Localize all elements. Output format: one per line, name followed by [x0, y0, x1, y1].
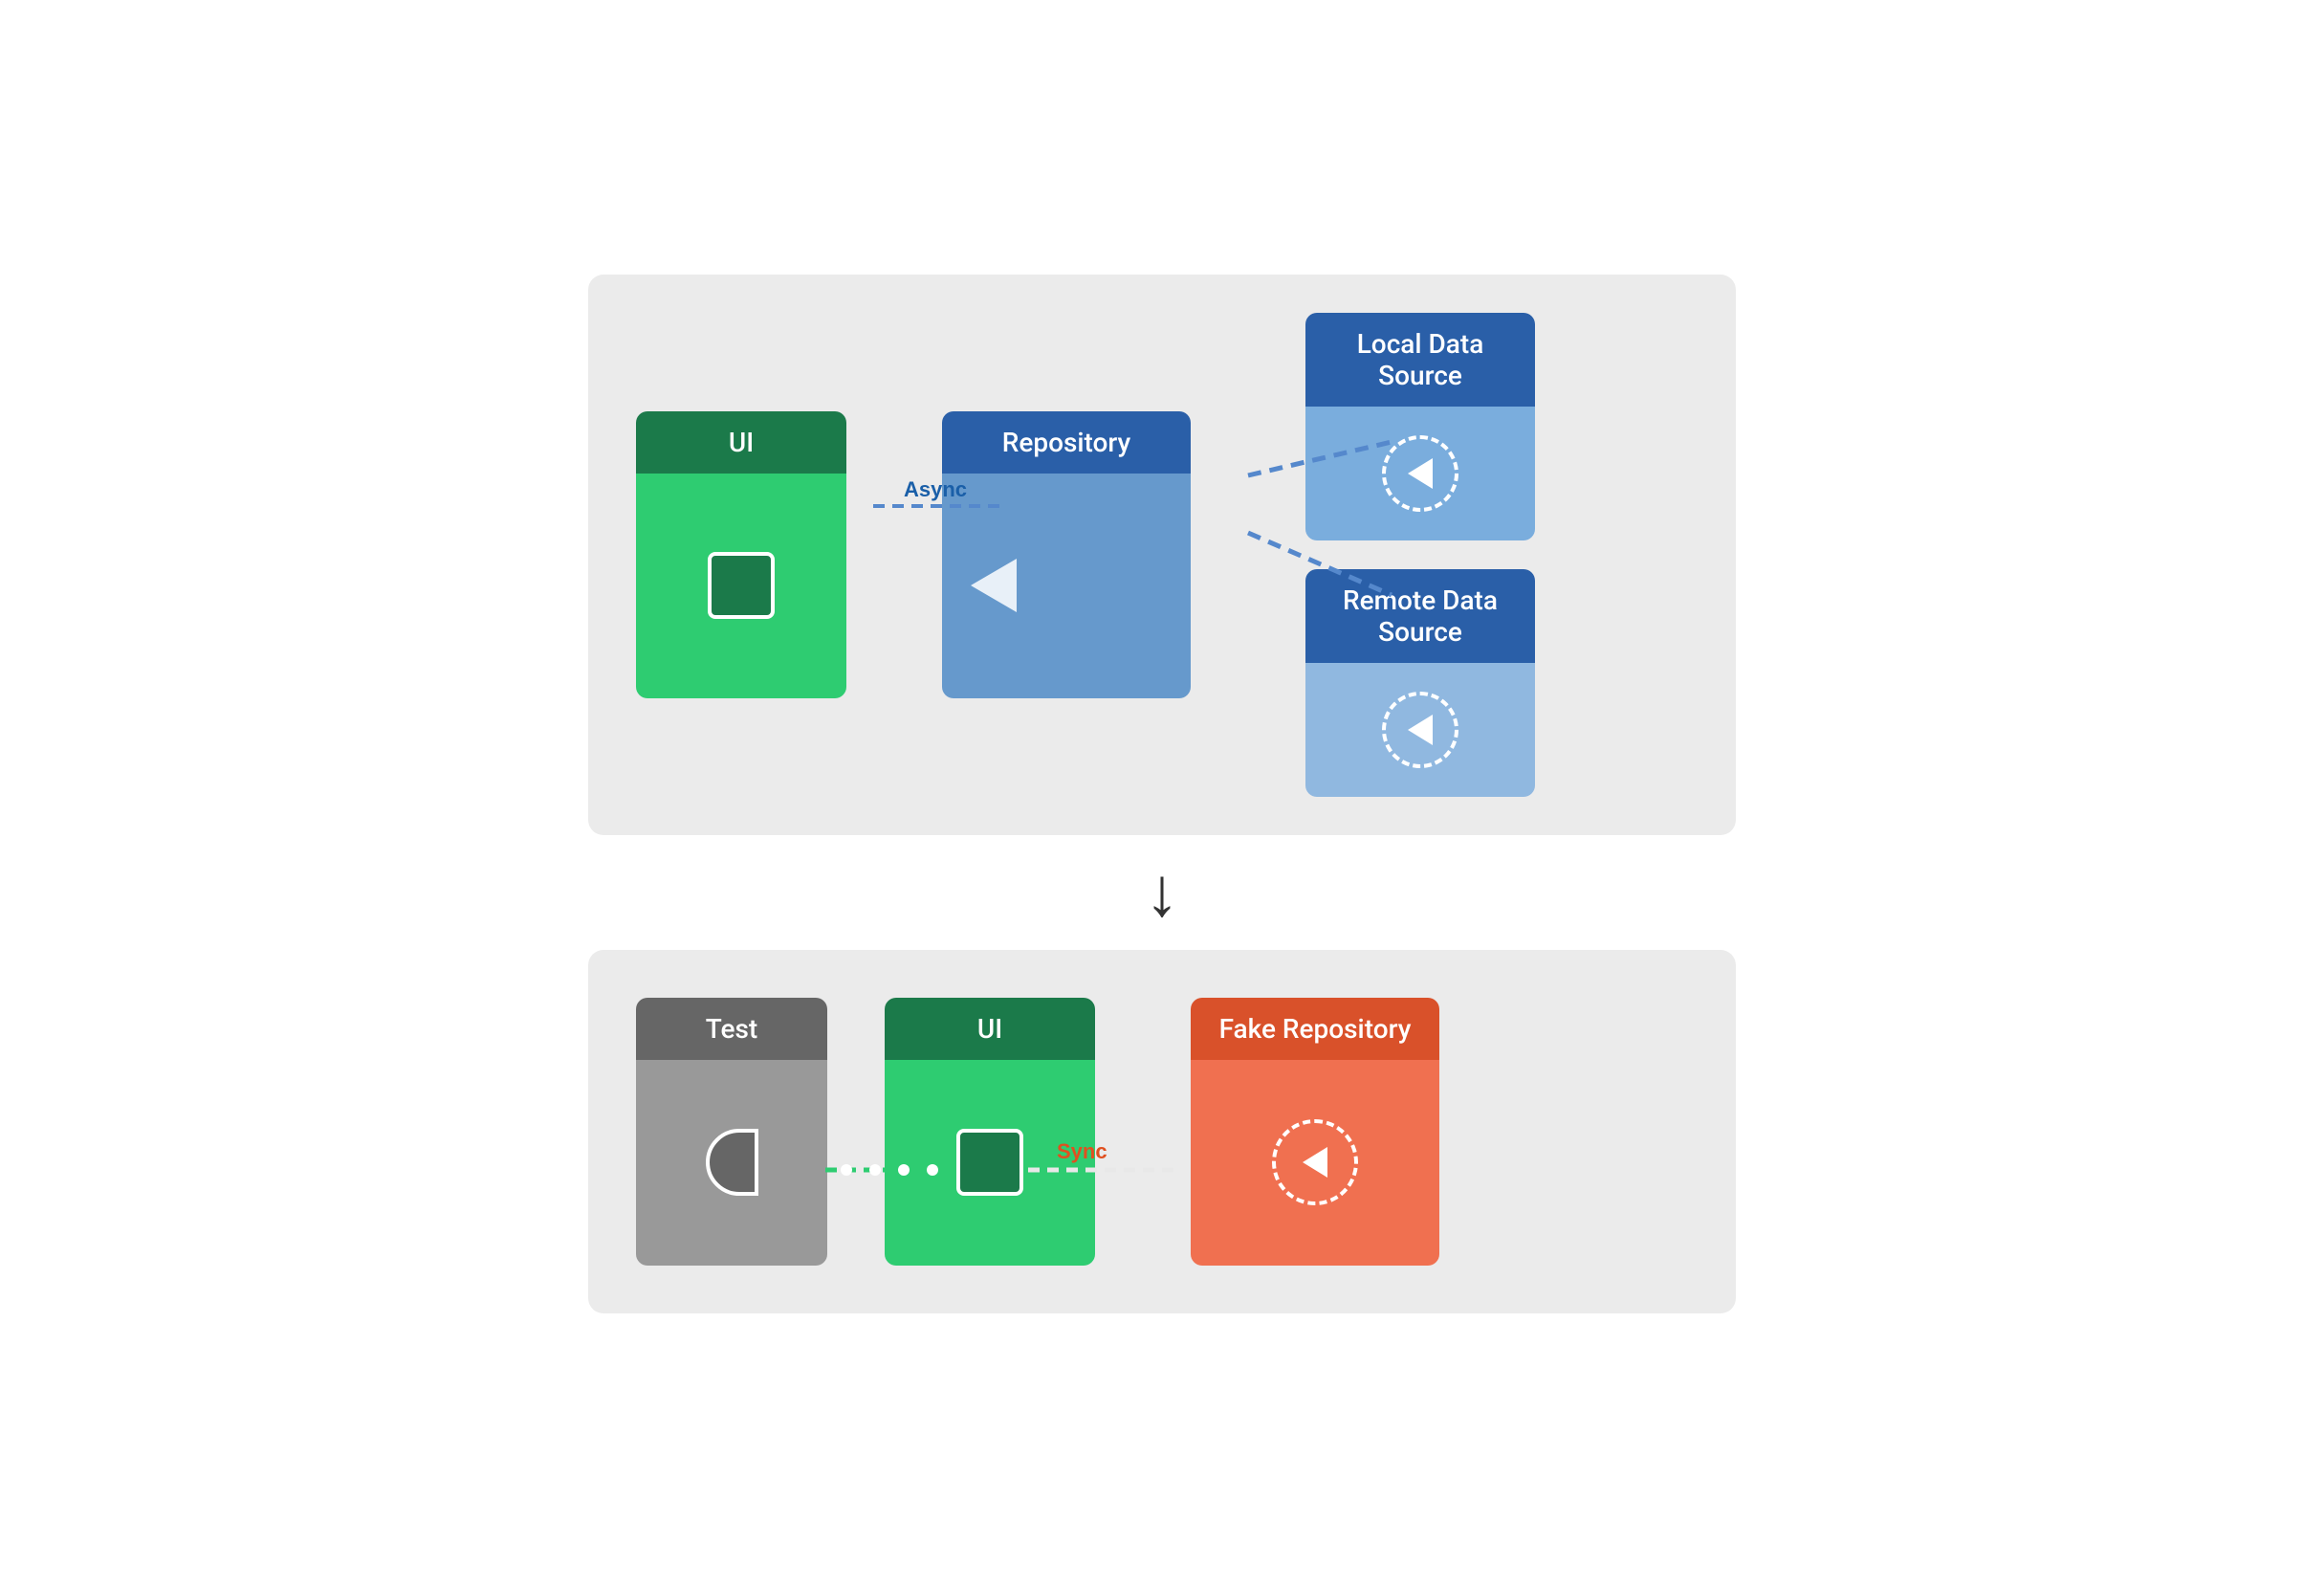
- repo-body: [942, 474, 1191, 698]
- local-datasource-component: Local Data Source: [1305, 313, 1535, 540]
- remote-datasource-component: Remote Data Source: [1305, 569, 1535, 797]
- remote-ds-circle-icon: [1382, 692, 1458, 768]
- fake-repo-circle-icon: [1272, 1119, 1358, 1205]
- bottom-test-section: Test: [636, 998, 846, 1266]
- test-pill-icon: [706, 1129, 758, 1196]
- bottom-layout: Test UI: [636, 998, 1688, 1266]
- fake-repo-label: Fake Repository: [1219, 1013, 1412, 1045]
- bottom-ui-square-icon: [956, 1129, 1023, 1196]
- bottom-ui-header: UI: [885, 998, 1095, 1060]
- test-component: Test: [636, 998, 827, 1266]
- test-header: Test: [636, 998, 827, 1060]
- fake-repo-component: Fake Repository: [1191, 998, 1439, 1266]
- local-ds-body: [1305, 407, 1535, 540]
- bottom-ui-component: UI: [885, 998, 1095, 1266]
- bottom-ui-label: UI: [977, 1013, 1002, 1045]
- bottom-diagram: Test UI: [588, 950, 1736, 1313]
- diagram-container: UI Repository: [588, 275, 1736, 1313]
- top-middle-section: Repository: [942, 411, 1210, 698]
- repo-component: Repository: [942, 411, 1191, 698]
- bottom-fake-repo-section: Fake Repository: [1191, 998, 1458, 1266]
- top-layout: UI Repository: [636, 313, 1688, 797]
- test-label: Test: [706, 1013, 758, 1045]
- remote-ds-header: Remote Data Source: [1305, 569, 1535, 663]
- test-body: [636, 1060, 827, 1266]
- down-arrow: ↓: [1145, 835, 1179, 950]
- repo-label: Repository: [1002, 427, 1131, 458]
- local-ds-label: Local Data Source: [1357, 328, 1484, 391]
- local-ds-header: Local Data Source: [1305, 313, 1535, 407]
- ui-square-icon: [708, 552, 775, 619]
- repo-arrow-icon: [971, 559, 1017, 612]
- bottom-ui-section: UI: [885, 998, 1114, 1266]
- down-arrow-symbol: ↓: [1145, 858, 1179, 927]
- bottom-ui-body: [885, 1060, 1095, 1266]
- top-right-section: Local Data Source Remote Data Source: [1305, 313, 1688, 797]
- fake-repo-body: [1191, 1060, 1439, 1266]
- top-left-section: UI: [636, 411, 866, 698]
- ui-body: [636, 474, 846, 698]
- ui-header: UI: [636, 411, 846, 474]
- remote-ds-label: Remote Data Source: [1343, 584, 1498, 648]
- fake-repo-header: Fake Repository: [1191, 998, 1439, 1060]
- repo-header: Repository: [942, 411, 1191, 474]
- local-ds-circle-icon: [1382, 435, 1458, 512]
- local-ds-arrow-icon: [1408, 458, 1433, 489]
- remote-ds-arrow-icon: [1408, 715, 1433, 745]
- fake-repo-arrow-icon: [1303, 1147, 1327, 1178]
- ui-label: UI: [729, 427, 754, 458]
- remote-ds-body: [1305, 663, 1535, 797]
- ui-component: UI: [636, 411, 846, 698]
- top-diagram: UI Repository: [588, 275, 1736, 835]
